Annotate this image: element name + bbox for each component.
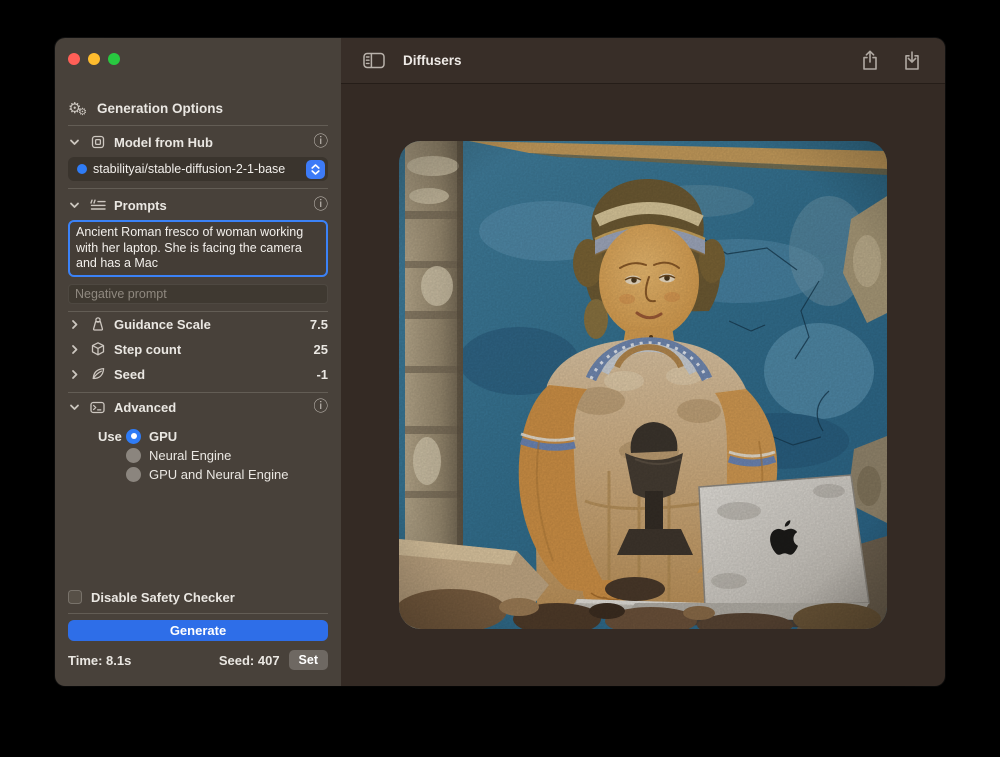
generation-options-header: ⚙⚙ Generation Options [68,98,328,118]
gears-icon: ⚙⚙ [68,101,88,116]
text-quote-icon [88,198,107,212]
minimize-button[interactable] [88,53,100,65]
sidebar-spacer [68,484,328,588]
compute-unit-option-gpu[interactable]: Use GPU [68,427,328,446]
zoom-button[interactable] [108,53,120,65]
divider [68,125,328,126]
gpu-option-label: GPU [149,429,177,444]
terminal-icon [88,400,107,415]
use-label: Use [98,429,118,444]
neural-engine-option-label: Neural Engine [149,448,231,463]
set-seed-button[interactable]: Set [289,650,328,670]
model-select-value: stabilityai/stable-diffusion-2-1-base [93,162,300,176]
prompts-row[interactable]: Prompts ⓘ [68,194,328,216]
model-status-dot [77,164,87,174]
disable-safety-checker-label: Disable Safety Checker [91,590,235,605]
prompts-section-label: Prompts [114,198,167,213]
divider [68,392,328,393]
save-image-button[interactable] [897,50,927,71]
radio-selected-icon[interactable] [126,429,141,444]
status-bar: Time: 8.1s Seed: 407 Set [68,650,328,670]
divider [68,613,328,614]
gpu-and-neural-engine-option-label: GPU and Neural Engine [149,467,288,482]
cube-icon [88,341,107,357]
guidance-scale-value: 7.5 [310,317,328,332]
generate-button[interactable]: Generate [68,620,328,641]
advanced-row[interactable]: Advanced ⓘ [68,397,328,419]
weight-icon [88,316,107,332]
main-area: Diffusers [341,38,945,686]
cpu-icon [88,134,107,150]
chevron-right-icon[interactable] [68,344,81,355]
generated-fresco-image [399,141,887,629]
step-count-label: Step count [114,342,181,357]
stepper-chevrons-icon[interactable] [306,160,325,179]
negative-prompt-input[interactable] [68,284,328,304]
guidance-scale-label: Guidance Scale [114,317,211,332]
radio-icon[interactable] [126,448,141,463]
step-count-value: 25 [314,342,328,357]
step-count-row[interactable]: Step count 25 [68,337,328,362]
model-section-label: Model from Hub [114,135,213,150]
compute-unit-option-gpu-and-neural-engine[interactable]: GPU and Neural Engine [68,465,328,484]
model-from-hub-row[interactable]: Model from Hub ⓘ [68,131,328,153]
advanced-section-label: Advanced [114,400,176,415]
compute-unit-option-neural-engine[interactable]: Neural Engine [68,446,328,465]
sidebar-title: Generation Options [97,101,223,116]
close-button[interactable] [68,53,80,65]
chevron-right-icon[interactable] [68,319,81,330]
image-canvas [341,84,945,686]
info-icon[interactable]: ⓘ [314,198,329,213]
seed-row[interactable]: Seed -1 [68,362,328,387]
radio-icon[interactable] [126,467,141,482]
seed-label: Seed [114,367,145,382]
seed-status: Seed: 407 [219,653,280,668]
divider [68,188,328,189]
chevron-down-icon[interactable] [68,200,81,211]
toolbar: Diffusers [341,38,945,84]
window-title: Diffusers [403,53,462,68]
seed-value: -1 [316,367,328,382]
model-select[interactable]: stabilityai/stable-diffusion-2-1-base [68,157,328,181]
prompt-input[interactable]: Ancient Roman fresco of woman working wi… [68,220,328,277]
share-button[interactable] [855,50,885,71]
app-window: ⚙⚙ Generation Options Model from Hub ⓘ s… [55,38,945,686]
info-icon[interactable]: ⓘ [314,135,329,150]
chevron-down-icon[interactable] [68,402,81,413]
checkbox-icon[interactable] [68,590,82,604]
leaf-icon [88,366,107,382]
sidebar: ⚙⚙ Generation Options Model from Hub ⓘ s… [55,38,341,686]
disable-safety-checker-row[interactable]: Disable Safety Checker [68,587,328,607]
chevron-down-icon[interactable] [68,137,81,148]
traffic-lights [68,53,328,65]
time-status: Time: 8.1s [68,653,131,668]
sidebar-toggle-button[interactable] [359,52,389,69]
guidance-scale-row[interactable]: Guidance Scale 7.5 [68,312,328,337]
info-icon[interactable]: ⓘ [314,400,329,415]
chevron-right-icon[interactable] [68,369,81,380]
